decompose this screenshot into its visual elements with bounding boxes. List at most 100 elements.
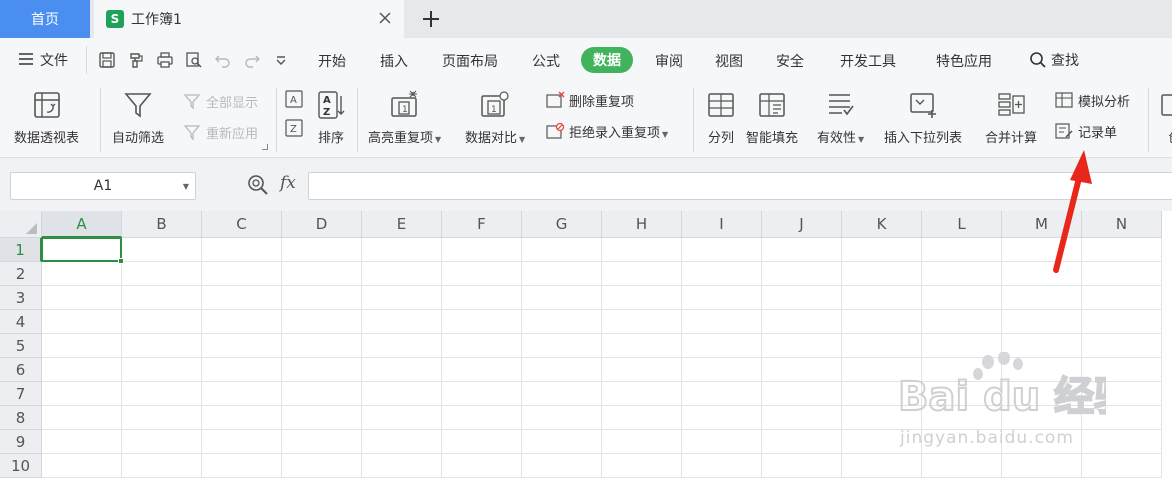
customize-toolbar-icon[interactable] — [270, 50, 292, 70]
column-header-a[interactable]: A — [42, 211, 122, 238]
tab-data[interactable]: 数据 — [581, 47, 633, 73]
cell-n4[interactable] — [1082, 310, 1162, 334]
cell-l10[interactable] — [922, 454, 1002, 478]
row-header-9[interactable]: 9 — [0, 430, 42, 454]
cell-n10[interactable] — [1082, 454, 1162, 478]
cell-a2[interactable] — [42, 262, 122, 286]
cell-n9[interactable] — [1082, 430, 1162, 454]
column-header-h[interactable]: H — [602, 211, 682, 238]
column-header-i[interactable]: I — [682, 211, 762, 238]
fill-handle[interactable] — [118, 258, 124, 264]
record-form-button[interactable]: 记录单 — [1054, 121, 1117, 141]
cell-h5[interactable] — [602, 334, 682, 358]
cell-e8[interactable] — [362, 406, 442, 430]
cell-j7[interactable] — [762, 382, 842, 406]
row-header-7[interactable]: 7 — [0, 382, 42, 406]
cell-g5[interactable] — [522, 334, 602, 358]
column-header-b[interactable]: B — [122, 211, 202, 238]
cell-c6[interactable] — [202, 358, 282, 382]
cell-h1[interactable] — [602, 238, 682, 262]
smart-fill-button[interactable]: 智能填充 — [746, 88, 798, 146]
row-header-5[interactable]: 5 — [0, 334, 42, 358]
sort-button[interactable]: AZ 排序 — [314, 88, 348, 146]
cell-c5[interactable] — [202, 334, 282, 358]
cell-f7[interactable] — [442, 382, 522, 406]
cell-i8[interactable] — [682, 406, 762, 430]
cell-e1[interactable] — [362, 238, 442, 262]
cell-b10[interactable] — [122, 454, 202, 478]
cell-j9[interactable] — [762, 430, 842, 454]
print-icon[interactable] — [154, 50, 176, 70]
cell-f10[interactable] — [442, 454, 522, 478]
cell-j4[interactable] — [762, 310, 842, 334]
cell-a9[interactable] — [42, 430, 122, 454]
cell-b7[interactable] — [122, 382, 202, 406]
cell-d2[interactable] — [282, 262, 362, 286]
cell-j10[interactable] — [762, 454, 842, 478]
plus-icon[interactable] — [422, 6, 440, 34]
cell-i3[interactable] — [682, 286, 762, 310]
cell-m3[interactable] — [1002, 286, 1082, 310]
sort-ascending-button[interactable]: A — [284, 89, 308, 109]
text-to-columns-button[interactable]: 分列 — [704, 88, 738, 146]
tab-workbook[interactable]: S 工作簿1 — [94, 0, 404, 38]
cell-g9[interactable] — [522, 430, 602, 454]
cell-b9[interactable] — [122, 430, 202, 454]
data-validation-button[interactable]: 有效性 ▼ — [817, 88, 864, 146]
cell-a10[interactable] — [42, 454, 122, 478]
cell-h7[interactable] — [602, 382, 682, 406]
cell-i1[interactable] — [682, 238, 762, 262]
cell-e5[interactable] — [362, 334, 442, 358]
tab-home[interactable]: 首页 — [0, 0, 90, 38]
highlight-duplicates-button[interactable]: 1 高亮重复项 ▼ — [368, 88, 441, 146]
cell-b5[interactable] — [122, 334, 202, 358]
close-icon[interactable] — [378, 10, 392, 29]
cell-c4[interactable] — [202, 310, 282, 334]
cell-c3[interactable] — [202, 286, 282, 310]
remove-duplicates-button[interactable]: 删除重复项 — [545, 90, 634, 110]
cell-d4[interactable] — [282, 310, 362, 334]
zoom-formula-icon[interactable] — [247, 174, 269, 200]
undo-icon[interactable] — [212, 50, 234, 70]
column-header-d[interactable]: D — [282, 211, 362, 238]
cell-f8[interactable] — [442, 406, 522, 430]
cell-f9[interactable] — [442, 430, 522, 454]
cell-i4[interactable] — [682, 310, 762, 334]
row-header-2[interactable]: 2 — [0, 262, 42, 286]
column-header-g[interactable]: G — [522, 211, 602, 238]
cell-c1[interactable] — [202, 238, 282, 262]
cell-f6[interactable] — [442, 358, 522, 382]
cell-k4[interactable] — [842, 310, 922, 334]
cell-g2[interactable] — [522, 262, 602, 286]
reapply-button[interactable]: 重新应用 — [182, 122, 258, 142]
cell-j5[interactable] — [762, 334, 842, 358]
cell-g10[interactable] — [522, 454, 602, 478]
cell-j2[interactable] — [762, 262, 842, 286]
cell-h8[interactable] — [602, 406, 682, 430]
cell-d3[interactable] — [282, 286, 362, 310]
show-all-button[interactable]: 全部显示 — [182, 91, 258, 111]
cell-a6[interactable] — [42, 358, 122, 382]
cell-b8[interactable] — [122, 406, 202, 430]
cell-j3[interactable] — [762, 286, 842, 310]
redo-icon[interactable] — [241, 50, 263, 70]
cell-d1[interactable] — [282, 238, 362, 262]
cell-h4[interactable] — [602, 310, 682, 334]
tab-view[interactable]: 视图 — [715, 51, 743, 71]
cell-l1[interactable] — [922, 238, 1002, 262]
cell-b4[interactable] — [122, 310, 202, 334]
cell-b1[interactable] — [122, 238, 202, 262]
cell-e6[interactable] — [362, 358, 442, 382]
tab-developer[interactable]: 开发工具 — [840, 51, 896, 71]
cell-f5[interactable] — [442, 334, 522, 358]
cell-h10[interactable] — [602, 454, 682, 478]
row-header-8[interactable]: 8 — [0, 406, 42, 430]
column-header-f[interactable]: F — [442, 211, 522, 238]
cell-c7[interactable] — [202, 382, 282, 406]
insert-dropdown-list-button[interactable]: 插入下拉列表 — [884, 88, 962, 146]
cell-d5[interactable] — [282, 334, 362, 358]
cell-b2[interactable] — [122, 262, 202, 286]
tab-page-layout[interactable]: 页面布局 — [442, 51, 498, 71]
cell-e7[interactable] — [362, 382, 442, 406]
create-group-button[interactable]: 创 — [1158, 88, 1172, 146]
